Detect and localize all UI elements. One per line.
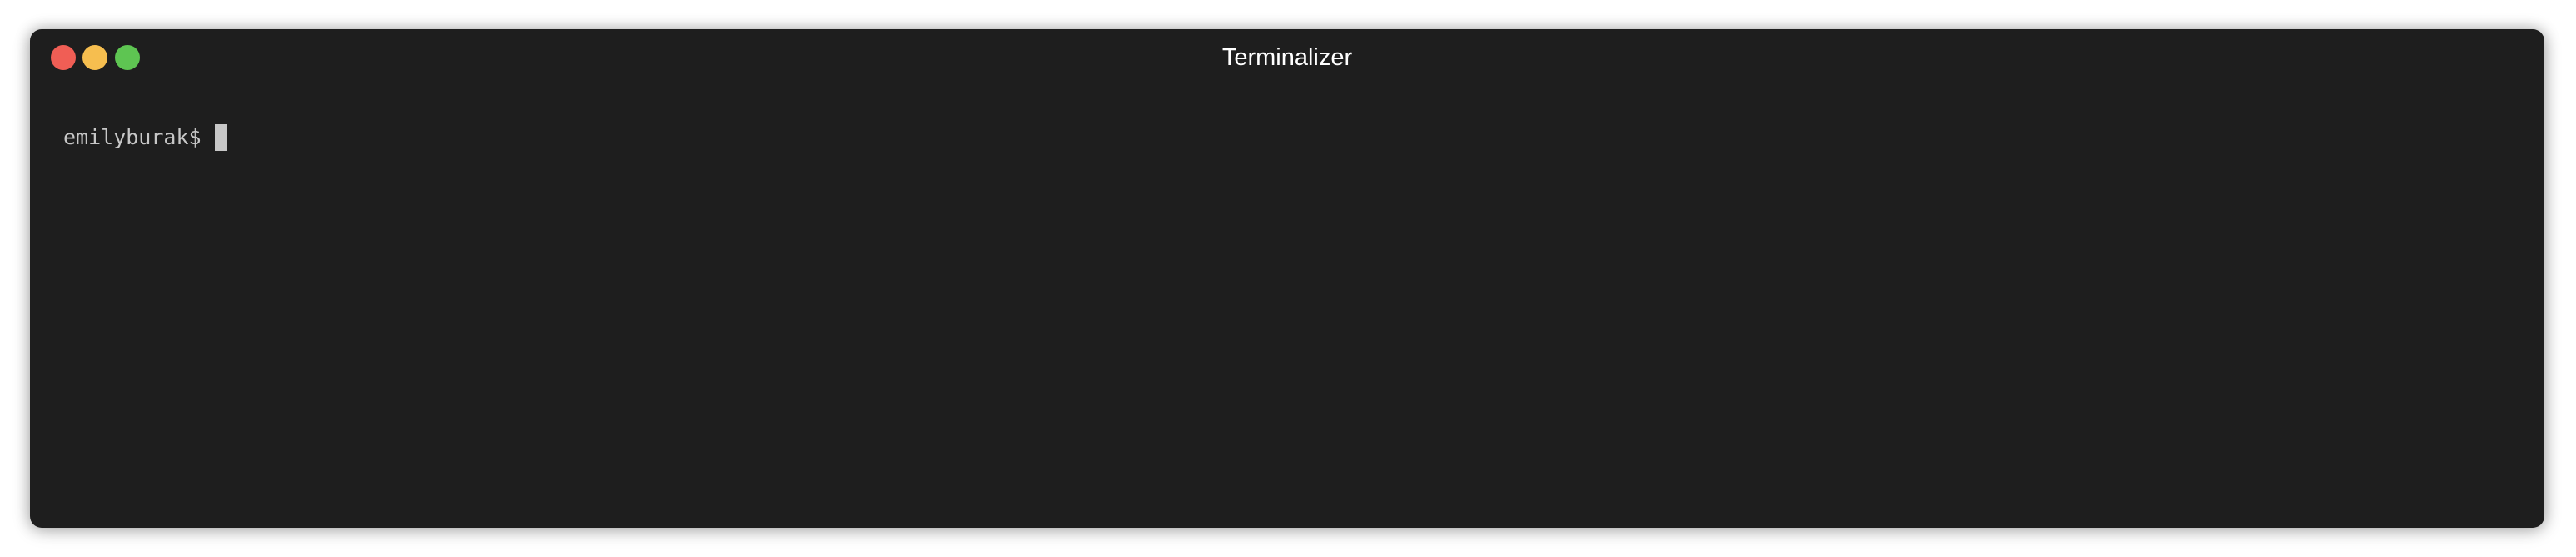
terminal-window: Terminalizer emilyburak$ (30, 29, 2544, 528)
window-title: Terminalizer (1221, 44, 1353, 71)
shell-prompt: emilyburak$ (63, 125, 202, 149)
terminal-output[interactable]: emilyburak$ (63, 119, 2511, 511)
title-bar[interactable]: Terminalizer (30, 29, 2544, 84)
prompt-line: emilyburak$ (63, 119, 2511, 156)
text-cursor (214, 124, 227, 151)
